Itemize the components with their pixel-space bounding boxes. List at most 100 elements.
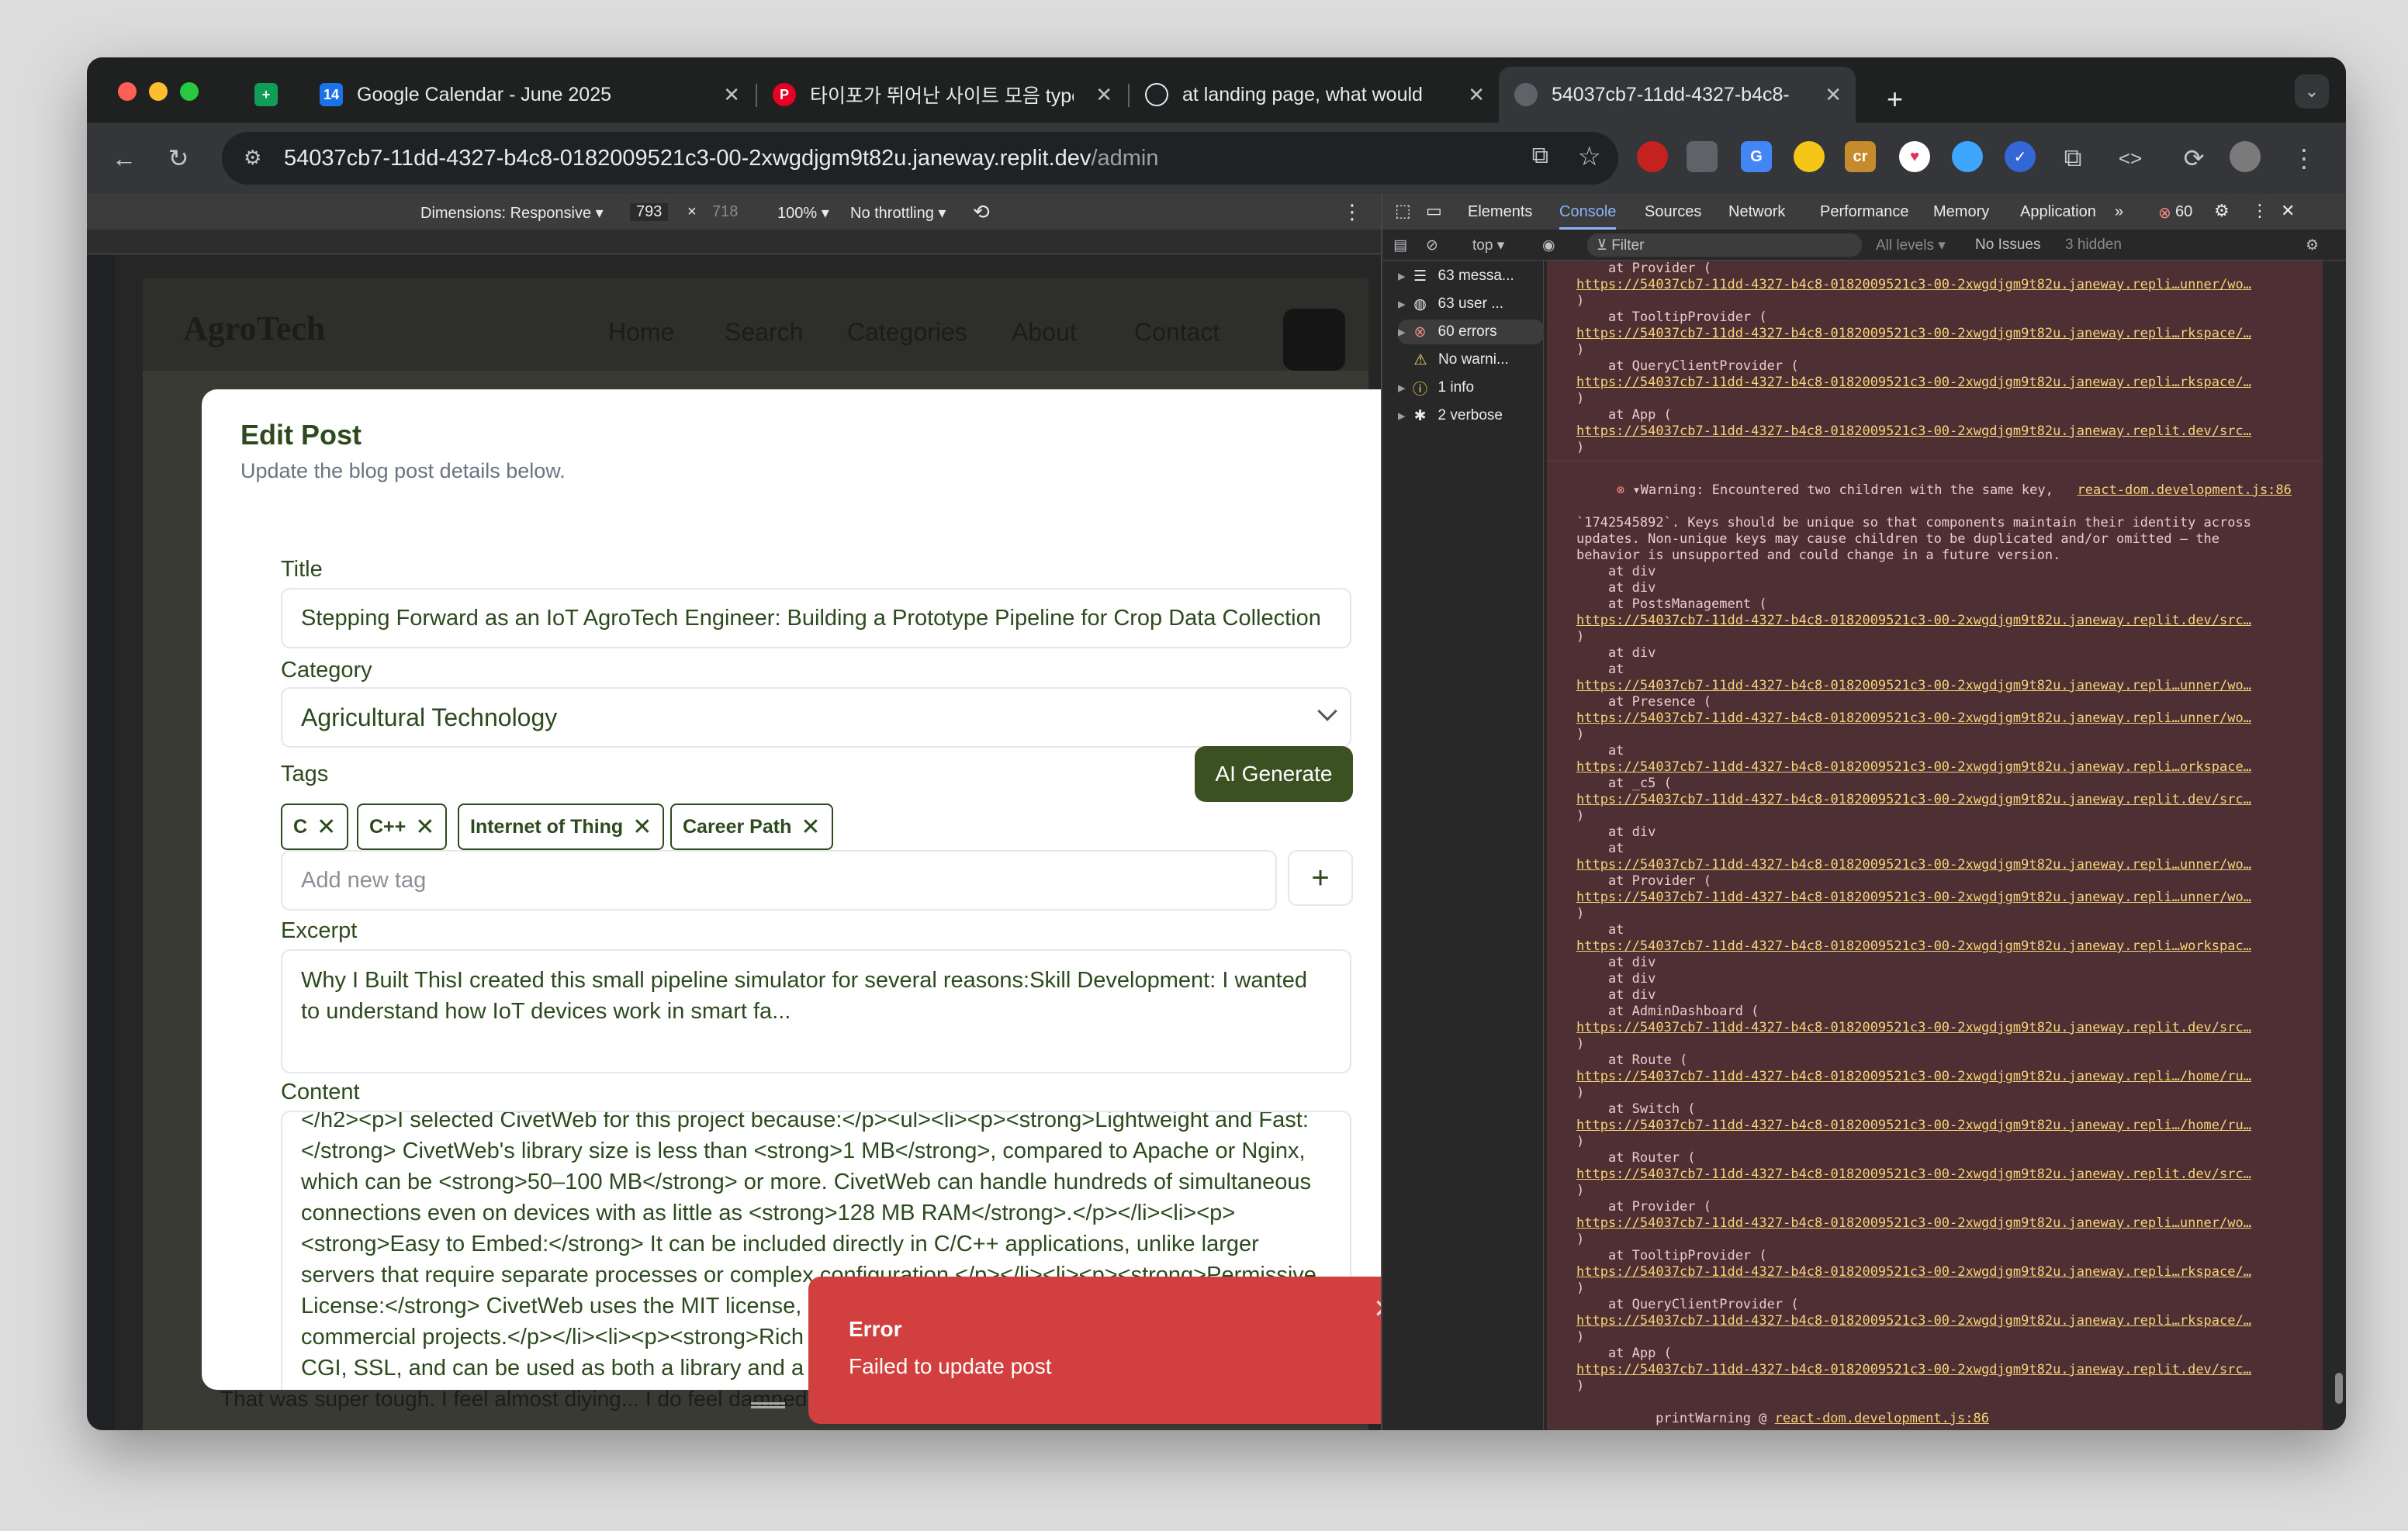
stack-frame-link[interactable]: https://54037cb7-11dd-4327-b4c8-01820095… [1576, 938, 2251, 954]
add-tag-input[interactable]: Add new tag [281, 850, 1277, 911]
minimize-window-button[interactable] [149, 82, 168, 101]
extension-red-icon[interactable] [1637, 141, 1668, 172]
stack-frame-link[interactable]: https://54037cb7-11dd-4327-b4c8-01820095… [1576, 1166, 2251, 1182]
rotate-icon[interactable]: ⟲ [973, 200, 990, 224]
sidebar-item-verbose[interactable]: ▸ ✱ 2 verbose [1398, 403, 1544, 428]
viewport-resize-handle[interactable] [751, 1402, 785, 1408]
excerpt-textarea[interactable]: Why I Built ThisI created this small pip… [281, 949, 1351, 1073]
reload-icon[interactable]: ↻ [161, 141, 195, 175]
tab-elements[interactable]: Elements [1468, 203, 1532, 221]
check-icon[interactable]: ✓ [2005, 141, 2036, 172]
close-window-button[interactable] [118, 82, 137, 101]
site-search-button[interactable] [1283, 309, 1345, 371]
more-tabs-icon[interactable]: » [2115, 203, 2123, 221]
print-warning-link[interactable]: react-dom.development.js:86 [1775, 1411, 1989, 1426]
stack-frame-link[interactable]: https://54037cb7-11dd-4327-b4c8-01820095… [1576, 1362, 2251, 1377]
extensions-puzzle-icon[interactable]: ⧉ [2056, 141, 2090, 175]
bookmark-star-icon[interactable]: ☆ [1578, 141, 1601, 172]
close-tab-icon[interactable]: ✕ [1468, 83, 1485, 107]
new-tab-button[interactable]: + [1871, 71, 1918, 127]
tab-memory[interactable]: Memory [1933, 203, 1989, 221]
pocket-icon[interactable]: ♥ [1899, 141, 1930, 172]
stack-frame-link[interactable]: https://54037cb7-11dd-4327-b4c8-01820095… [1576, 678, 2251, 693]
issues-counter[interactable]: No Issues [1975, 237, 2040, 254]
tab-application[interactable]: Application [2020, 203, 2096, 221]
nav-categories[interactable]: Categories [847, 318, 967, 347]
stack-frame-link[interactable]: https://54037cb7-11dd-4327-b4c8-01820095… [1576, 890, 2251, 905]
translate-icon[interactable]: ⧉ [1532, 143, 1548, 169]
eye-icon[interactable]: ◉ [1542, 237, 1555, 254]
google-translate-icon[interactable]: G [1741, 141, 1772, 172]
tab-performance[interactable]: Performance [1820, 203, 1909, 221]
close-tab-icon[interactable]: ✕ [723, 83, 740, 107]
emoji-icon[interactable] [1794, 141, 1825, 172]
devtools-close-icon[interactable]: ✕ [2281, 201, 2295, 221]
stack-frame-link[interactable]: https://54037cb7-11dd-4327-b4c8-01820095… [1576, 613, 2251, 628]
sidebar-item-user-messages[interactable]: ▸ ◍ 63 user ... [1398, 292, 1544, 316]
console-filter-input[interactable]: ⊻ Filter [1587, 233, 1862, 257]
remove-tag-icon[interactable]: ✕ [632, 814, 652, 841]
settings-gear-icon[interactable]: ⚙ [2214, 201, 2230, 221]
ai-generate-button[interactable]: AI Generate [1195, 746, 1353, 802]
add-tag-button[interactable]: + [1288, 850, 1353, 906]
tab-pinterest[interactable]: P 타이포가 뛰어난 사이트 모음 type ✕ [757, 67, 1126, 123]
warning-source-link[interactable]: react-dom.development.js:86 [2078, 482, 2292, 498]
stack-frame-link[interactable]: https://54037cb7-11dd-4327-b4c8-01820095… [1576, 1215, 2251, 1231]
stack-frame-link[interactable]: https://54037cb7-11dd-4327-b4c8-01820095… [1576, 1118, 2251, 1133]
stack-frame-link[interactable]: https://54037cb7-11dd-4327-b4c8-01820095… [1576, 326, 2251, 341]
category-select[interactable]: Agricultural Technology [281, 687, 1351, 748]
inspect-icon[interactable]: ⬚ [1395, 201, 1411, 221]
performance-icon[interactable]: ⟳ [2177, 141, 2211, 175]
tab-sheets[interactable]: + [239, 67, 301, 123]
device-toggle-icon[interactable]: ▭ [1426, 201, 1442, 221]
stack-frame-link[interactable]: https://54037cb7-11dd-4327-b4c8-01820095… [1576, 710, 2251, 726]
tab-network[interactable]: Network [1728, 203, 1785, 221]
nav-contact[interactable]: Contact [1134, 318, 1220, 347]
sidebar-item-errors[interactable]: ▸ ⊗ 60 errors [1398, 320, 1544, 344]
close-tab-icon[interactable]: ✕ [1095, 83, 1112, 107]
clear-console-icon[interactable]: ⊘ [1426, 237, 1438, 254]
device-menu-icon[interactable]: ⋮ [1342, 200, 1362, 224]
stack-frame-link[interactable]: https://54037cb7-11dd-4327-b4c8-01820095… [1576, 1069, 2251, 1084]
tab-chatgpt[interactable]: at landing page, what would ✕ [1130, 67, 1499, 123]
avatar[interactable] [2230, 141, 2261, 172]
remove-tag-icon[interactable]: ✕ [317, 814, 336, 841]
stack-frame-link[interactable]: https://54037cb7-11dd-4327-b4c8-01820095… [1576, 1264, 2251, 1280]
stack-frame-link[interactable]: https://54037cb7-11dd-4327-b4c8-01820095… [1576, 792, 2251, 807]
console-scrollbar[interactable] [2335, 1373, 2343, 1404]
dimensions-select[interactable]: Dimensions: Responsive ▾ [420, 203, 604, 223]
viewport-width-input[interactable]: 793 [630, 203, 669, 221]
remove-tag-icon[interactable]: ✕ [415, 814, 434, 841]
nav-about[interactable]: About [1012, 318, 1077, 347]
stack-frame-link[interactable]: https://54037cb7-11dd-4327-b4c8-01820095… [1576, 857, 2251, 873]
log-levels-select[interactable]: All levels ▾ [1876, 237, 1946, 254]
devtools-menu-icon[interactable]: ⋮ [2251, 201, 2268, 221]
sidebar-item-info[interactable]: ▸ ⓘ 1 info [1398, 375, 1544, 400]
menu-icon[interactable]: ⋮ [2287, 141, 2321, 175]
stack-frame-link[interactable]: https://54037cb7-11dd-4327-b4c8-01820095… [1576, 759, 2251, 775]
zoom-select[interactable]: 100% ▾ [777, 203, 829, 223]
stack-frame-link[interactable]: https://54037cb7-11dd-4327-b4c8-01820095… [1576, 1313, 2251, 1329]
stack-frame-link[interactable]: https://54037cb7-11dd-4327-b4c8-01820095… [1576, 277, 2251, 292]
context-select[interactable]: top ▾ [1472, 237, 1504, 254]
throttling-select[interactable]: No throttling ▾ [850, 203, 946, 223]
stack-frame-link[interactable]: https://54037cb7-11dd-4327-b4c8-01820095… [1576, 423, 2251, 439]
tab-replit-active[interactable]: 54037cb7-11dd-4327-b4c8- ✕ [1499, 67, 1856, 123]
tab-console[interactable]: Console [1559, 203, 1617, 230]
error-count-icon[interactable]: ⊗ [2158, 203, 2171, 223]
maximize-window-button[interactable] [180, 82, 199, 101]
remove-tag-icon[interactable]: ✕ [801, 814, 820, 841]
code-icon[interactable]: <> [2113, 141, 2147, 175]
close-tab-icon[interactable]: ✕ [1825, 83, 1842, 107]
sidebar-toggle-icon[interactable]: ▤ [1393, 237, 1407, 254]
tab-sources[interactable]: Sources [1645, 203, 1701, 221]
back-icon[interactable]: ← [107, 141, 141, 175]
extension-blue-icon[interactable] [1952, 141, 1983, 172]
sidebar-item-messages[interactable]: ▸ ☰ 63 messa... [1398, 264, 1544, 289]
camera-icon[interactable] [1687, 141, 1718, 172]
stack-frame-link[interactable]: https://54037cb7-11dd-4327-b4c8-01820095… [1576, 1020, 2251, 1035]
title-input[interactable]: Stepping Forward as an IoT AgroTech Engi… [281, 588, 1351, 648]
sidebar-item-warnings[interactable]: ⚠ No warni... [1398, 347, 1544, 372]
console-settings-icon[interactable]: ⚙ [2306, 237, 2319, 254]
extension-cr-icon[interactable]: cr [1845, 141, 1876, 172]
